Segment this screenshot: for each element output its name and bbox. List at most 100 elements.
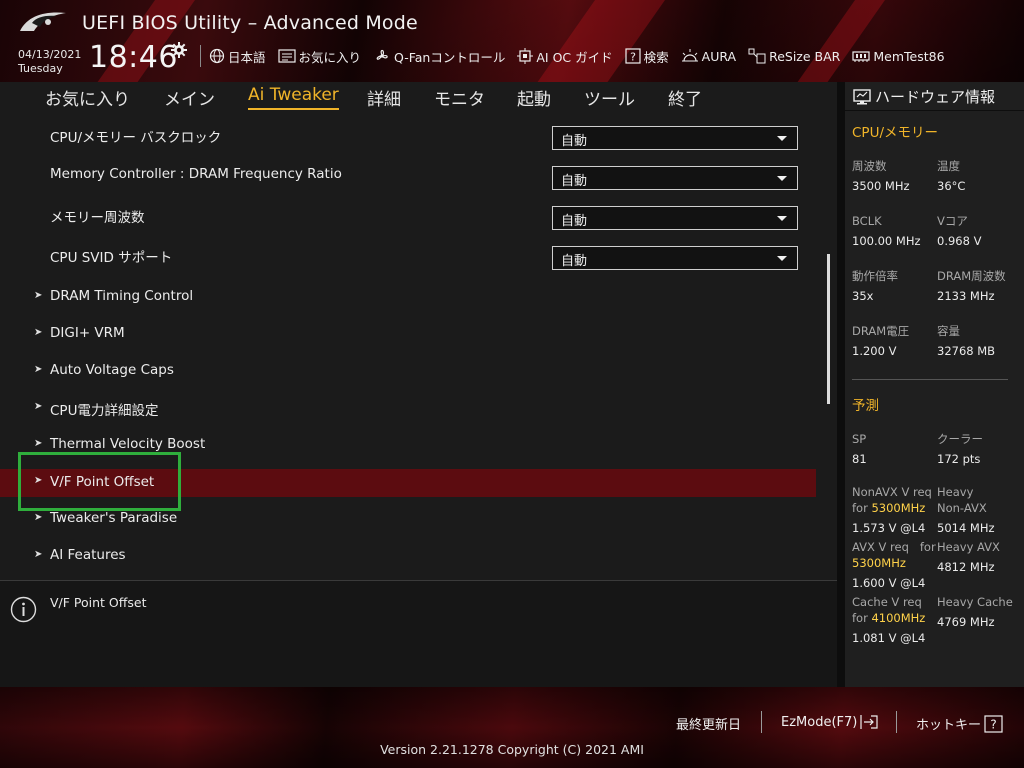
submenu-dram-timing[interactable]: ➤ DRAM Timing Control	[0, 280, 816, 316]
menu-bar: お気に入り メイン Ai Tweaker 詳細 モニタ 起動 ツール 終了	[0, 82, 837, 112]
hw-stat-value: 0.968 V	[937, 234, 982, 248]
footer-divider	[896, 711, 897, 733]
description-text: V/F Point Offset	[50, 595, 147, 610]
select-value: 自動	[561, 254, 588, 269]
tab-favorites[interactable]: お気に入り	[45, 82, 130, 110]
hw-stat: Cache V req for 4100MHz 1.081 V @L4	[852, 594, 937, 646]
setting-row[interactable]: メモリー周波数 自動	[0, 198, 816, 234]
hw-stat-value: 32768 MB	[937, 344, 996, 358]
focus-highlight	[18, 452, 181, 511]
tab-ai-tweaker[interactable]: Ai Tweaker	[248, 82, 339, 110]
hw-stat-value: 4769 MHz	[937, 615, 995, 629]
hw-stat-label: Heavy Cache	[937, 595, 1013, 609]
setting-row[interactable]: CPU/メモリー バスクロック 自動	[0, 118, 816, 154]
tab-advanced[interactable]: 詳細	[367, 82, 401, 110]
select-value: 自動	[561, 174, 588, 189]
hw-stat-value: 5014 MHz	[937, 521, 995, 535]
hw-stat: DRAM周波数 2133 MHz	[937, 266, 1006, 306]
exit-arrow-icon	[860, 715, 878, 729]
prediction-section-title: 予測	[852, 398, 879, 414]
submenu-auto-voltage-caps[interactable]: ➤ Auto Voltage Caps	[0, 354, 816, 390]
info-icon	[10, 596, 37, 623]
submenu-arrow-icon: ➤	[34, 549, 43, 560]
submenu-ai-features[interactable]: ➤ AI Features	[0, 539, 816, 575]
toolbar: 日本語 お気に入り Q-Fanコントロール AI OC ガイド ? 検索 AUR…	[200, 45, 957, 67]
language-button[interactable]: 日本語	[209, 47, 266, 66]
hw-stat: AVX V req for 5300MHz 1.600 V @L4	[852, 539, 937, 591]
dropdown-caret-icon	[777, 256, 787, 261]
cpu-memory-section-title: CPU/メモリー	[852, 125, 938, 141]
day-text: Tuesday	[18, 62, 63, 75]
ezmode-button[interactable]: EzMode(F7)	[781, 714, 879, 730]
hw-stat: 容量 32768 MB	[937, 321, 995, 361]
hw-stat-value: 81	[852, 452, 867, 466]
favorites-button[interactable]: お気に入り	[277, 47, 361, 66]
hw-stat-label: 周波数	[852, 159, 887, 173]
cpu-svid-select[interactable]: 自動	[552, 246, 798, 270]
hw-stat-value: 1.573 V @L4	[852, 521, 926, 535]
dropdown-caret-icon	[777, 216, 787, 221]
hw-stat: Heavy AVX 4812 MHz	[937, 539, 1000, 575]
fan-icon	[376, 49, 388, 60]
toolbar-divider	[200, 45, 201, 67]
memtest-button[interactable]: MemTest86	[852, 48, 945, 64]
freq-highlight: 5300MHz	[871, 501, 926, 515]
qfan-control-button[interactable]: Q-Fanコントロール	[373, 47, 505, 66]
tab-exit[interactable]: 終了	[668, 82, 702, 110]
submenu-label: CPU電力詳細設定	[50, 403, 159, 419]
hw-stat-label: AVX V req for	[852, 539, 937, 555]
search-button[interactable]: ? 検索	[625, 47, 669, 66]
last-modified-button[interactable]: 最終更新日	[676, 714, 741, 733]
hw-stat: NonAVX V req for 5300MHz 1.573 V @L4	[852, 484, 937, 536]
for-label: for	[852, 501, 868, 515]
language-label: 日本語	[228, 49, 266, 65]
memory-frequency-select[interactable]: 自動	[552, 206, 798, 230]
hotkeys-button[interactable]: ホットキー ?	[916, 714, 1004, 733]
hw-stat-label: SP	[852, 432, 867, 446]
submenu-arrow-icon: ➤	[34, 438, 43, 449]
hw-stat-label: BCLK	[852, 214, 882, 228]
resize-bar-button[interactable]: ReSize BAR	[748, 48, 840, 64]
search-label: 検索	[643, 49, 669, 65]
setting-row[interactable]: Memory Controller : DRAM Frequency Ratio…	[0, 158, 816, 194]
hw-stat-value: 1.200 V	[852, 344, 897, 358]
setting-label: CPU/メモリー バスクロック	[50, 130, 222, 146]
memtest-label: MemTest86	[873, 48, 945, 64]
hardware-info-label: ハードウェア情報	[875, 88, 996, 106]
ai-oc-guide-icon	[517, 48, 534, 64]
setting-label: Memory Controller : DRAM Frequency Ratio	[50, 166, 342, 182]
gear-icon[interactable]	[171, 42, 187, 58]
submenu-label: Auto Voltage Caps	[50, 362, 174, 378]
tab-monitor[interactable]: モニタ	[434, 82, 485, 110]
submenu-cpu-power[interactable]: ➤ CPU電力詳細設定	[0, 391, 816, 427]
rog-logo-icon	[20, 12, 66, 31]
hardware-info-panel: ハードウェア情報 CPU/メモリー 周波数 3500 MHz 温度 36°C B…	[845, 82, 1024, 687]
submenu-label: Tweaker's Paradise	[50, 510, 178, 526]
setting-row[interactable]: CPU SVID サポート 自動	[0, 238, 816, 274]
submenu-digi-vrm[interactable]: ➤ DIGI+ VRM	[0, 317, 816, 353]
ai-oc-guide-button[interactable]: AI OC ガイド	[517, 47, 613, 66]
hw-stat-label: Heavy AVX	[937, 540, 1000, 554]
aura-button[interactable]: AURA	[681, 48, 736, 64]
bclk-select[interactable]: 自動	[552, 126, 798, 150]
for-label: for	[919, 540, 936, 554]
hw-stat-value: 3500 MHz	[852, 179, 910, 193]
submenu-arrow-icon: ➤	[34, 327, 43, 338]
tab-boot[interactable]: 起動	[517, 82, 551, 110]
hw-stat-label: DRAM周波数	[937, 269, 1006, 283]
favorites-icon	[277, 49, 296, 63]
for-label: for	[852, 611, 868, 625]
aura-label: AURA	[701, 48, 737, 64]
select-value: 自動	[561, 214, 588, 229]
svg-text:?: ?	[990, 717, 996, 731]
settings-scrollbar[interactable]	[827, 254, 830, 404]
hw-stat-value: 2133 MHz	[937, 289, 995, 303]
tab-tool[interactable]: ツール	[584, 82, 635, 110]
freq-highlight: 4100MHz	[871, 611, 926, 625]
tab-main[interactable]: メイン	[164, 82, 215, 110]
submenu-arrow-icon: ➤	[34, 512, 43, 523]
globe-icon	[209, 48, 225, 64]
header-bar: UEFI BIOS Utility – Advanced Mode 04/13/…	[0, 0, 1024, 110]
hw-stat: SP 81	[852, 429, 867, 469]
dram-ratio-select[interactable]: 自動	[552, 166, 798, 190]
